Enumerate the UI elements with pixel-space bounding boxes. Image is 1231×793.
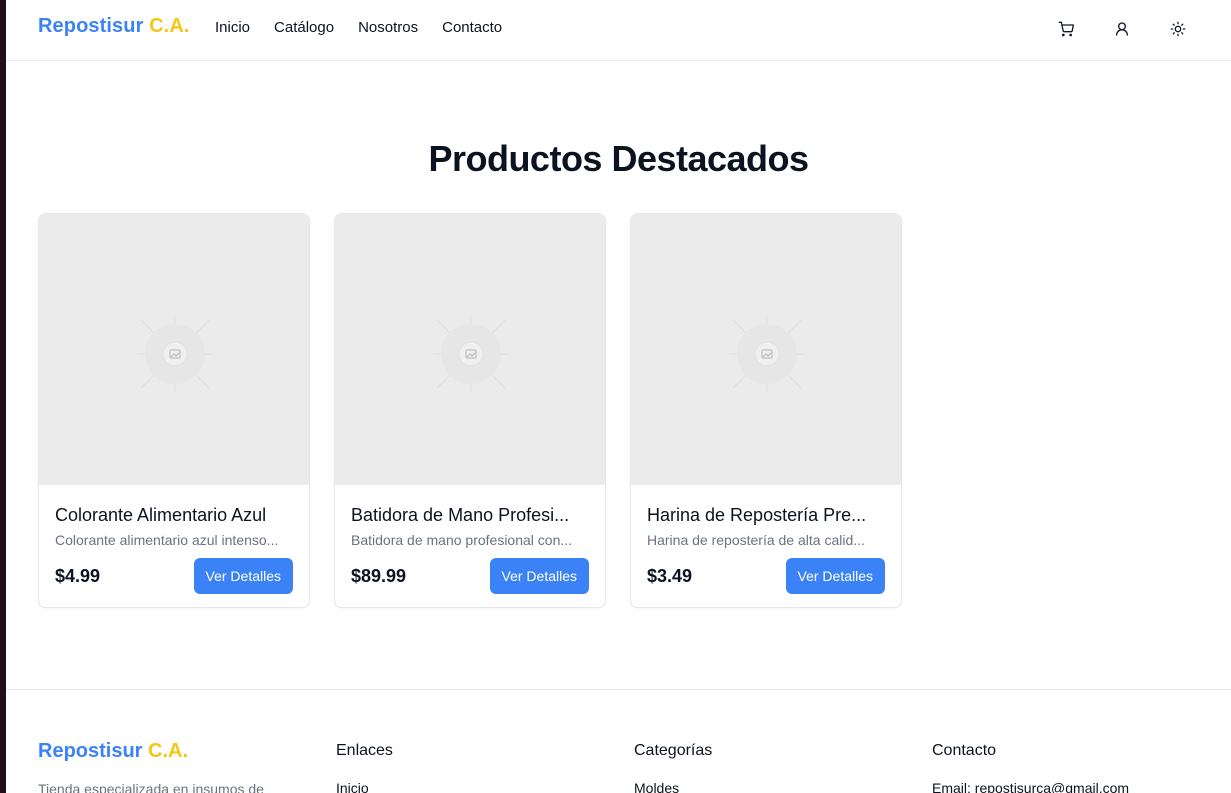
sun-icon xyxy=(1170,21,1186,37)
site-footer: Repostisur C.A. Tienda especializada en … xyxy=(6,689,1231,793)
footer-contact-column: Contacto Email: repostisurca@gmail.com xyxy=(932,742,1129,793)
product-description: Harina de repostería de alta calid... xyxy=(647,532,865,548)
section-title: Productos Destacados xyxy=(428,138,809,179)
image-placeholder-icon xyxy=(137,316,213,392)
site-header: Repostisur C.A. Inicio Catálogo Nosotros… xyxy=(6,0,1231,61)
product-name: Batidora de Mano Profesi... xyxy=(351,505,570,525)
footer-logo-suffix: C.A. xyxy=(148,740,189,762)
footer-logo[interactable]: Repostisur C.A. xyxy=(38,740,264,763)
product-price: $4.99 xyxy=(55,565,101,586)
product-image-placeholder xyxy=(631,214,901,485)
nav-contacto[interactable]: Contacto xyxy=(442,19,502,36)
footer-categories-column: Categorías Moldes xyxy=(634,742,712,793)
product-price: $3.49 xyxy=(647,565,693,586)
nav-catalogo[interactable]: Catálogo xyxy=(274,19,334,36)
account-button[interactable] xyxy=(1108,15,1136,43)
product-card[interactable]: Batidora de Mano Profesi... Batidora de … xyxy=(334,213,606,608)
footer-links-heading: Enlaces xyxy=(336,742,393,759)
product-card[interactable]: Colorante Alimentario Azul Colorante ali… xyxy=(38,213,310,608)
product-card[interactable]: Harina de Repostería Pre... Harina de re… xyxy=(630,213,902,608)
nav-inicio[interactable]: Inicio xyxy=(215,19,250,36)
product-image-placeholder xyxy=(39,214,309,485)
view-details-button[interactable]: Ver Detalles xyxy=(489,558,589,594)
footer-links-column: Enlaces Inicio xyxy=(336,742,393,793)
cart-button[interactable] xyxy=(1052,15,1080,43)
footer-contact-heading: Contacto xyxy=(932,742,997,759)
window-edge xyxy=(0,0,6,793)
image-placeholder-icon xyxy=(729,316,805,392)
footer-logo-name: Repostisur xyxy=(38,740,143,762)
logo-name: Repostisur xyxy=(38,15,144,37)
theme-toggle-button[interactable] xyxy=(1164,15,1192,43)
product-name: Harina de Repostería Pre... xyxy=(647,505,867,525)
product-description: Batidora de mano profesional con... xyxy=(351,532,573,548)
footer-contact-email[interactable]: Email: repostisurca@gmail.com xyxy=(932,780,1129,793)
view-details-button[interactable]: Ver Detalles xyxy=(193,558,293,594)
footer-categories-heading: Categorías xyxy=(634,742,713,759)
cart-icon xyxy=(1058,21,1074,37)
nav-nosotros[interactable]: Nosotros xyxy=(358,19,418,36)
logo-suffix: C.A. xyxy=(149,15,190,37)
product-name: Colorante Alimentario Azul xyxy=(55,505,267,525)
footer-tagline: Tienda especializada en insumos de xyxy=(38,781,264,793)
footer-link-inicio[interactable]: Inicio xyxy=(336,780,393,793)
product-description: Colorante alimentario azul intenso... xyxy=(55,532,279,548)
product-grid: Colorante Alimentario Azul Colorante ali… xyxy=(38,213,902,608)
user-icon xyxy=(1116,22,1128,36)
image-placeholder-icon xyxy=(433,316,509,392)
main-nav: Inicio Catálogo Nosotros Contacto xyxy=(215,19,502,36)
footer-brand-column: Repostisur C.A. Tienda especializada en … xyxy=(38,740,264,793)
product-image-placeholder xyxy=(335,214,605,485)
footer-category-moldes[interactable]: Moldes xyxy=(634,780,712,793)
view-details-button[interactable]: Ver Detalles xyxy=(785,558,885,594)
product-price: $89.99 xyxy=(351,565,407,586)
site-logo[interactable]: Repostisur C.A. xyxy=(38,15,190,38)
